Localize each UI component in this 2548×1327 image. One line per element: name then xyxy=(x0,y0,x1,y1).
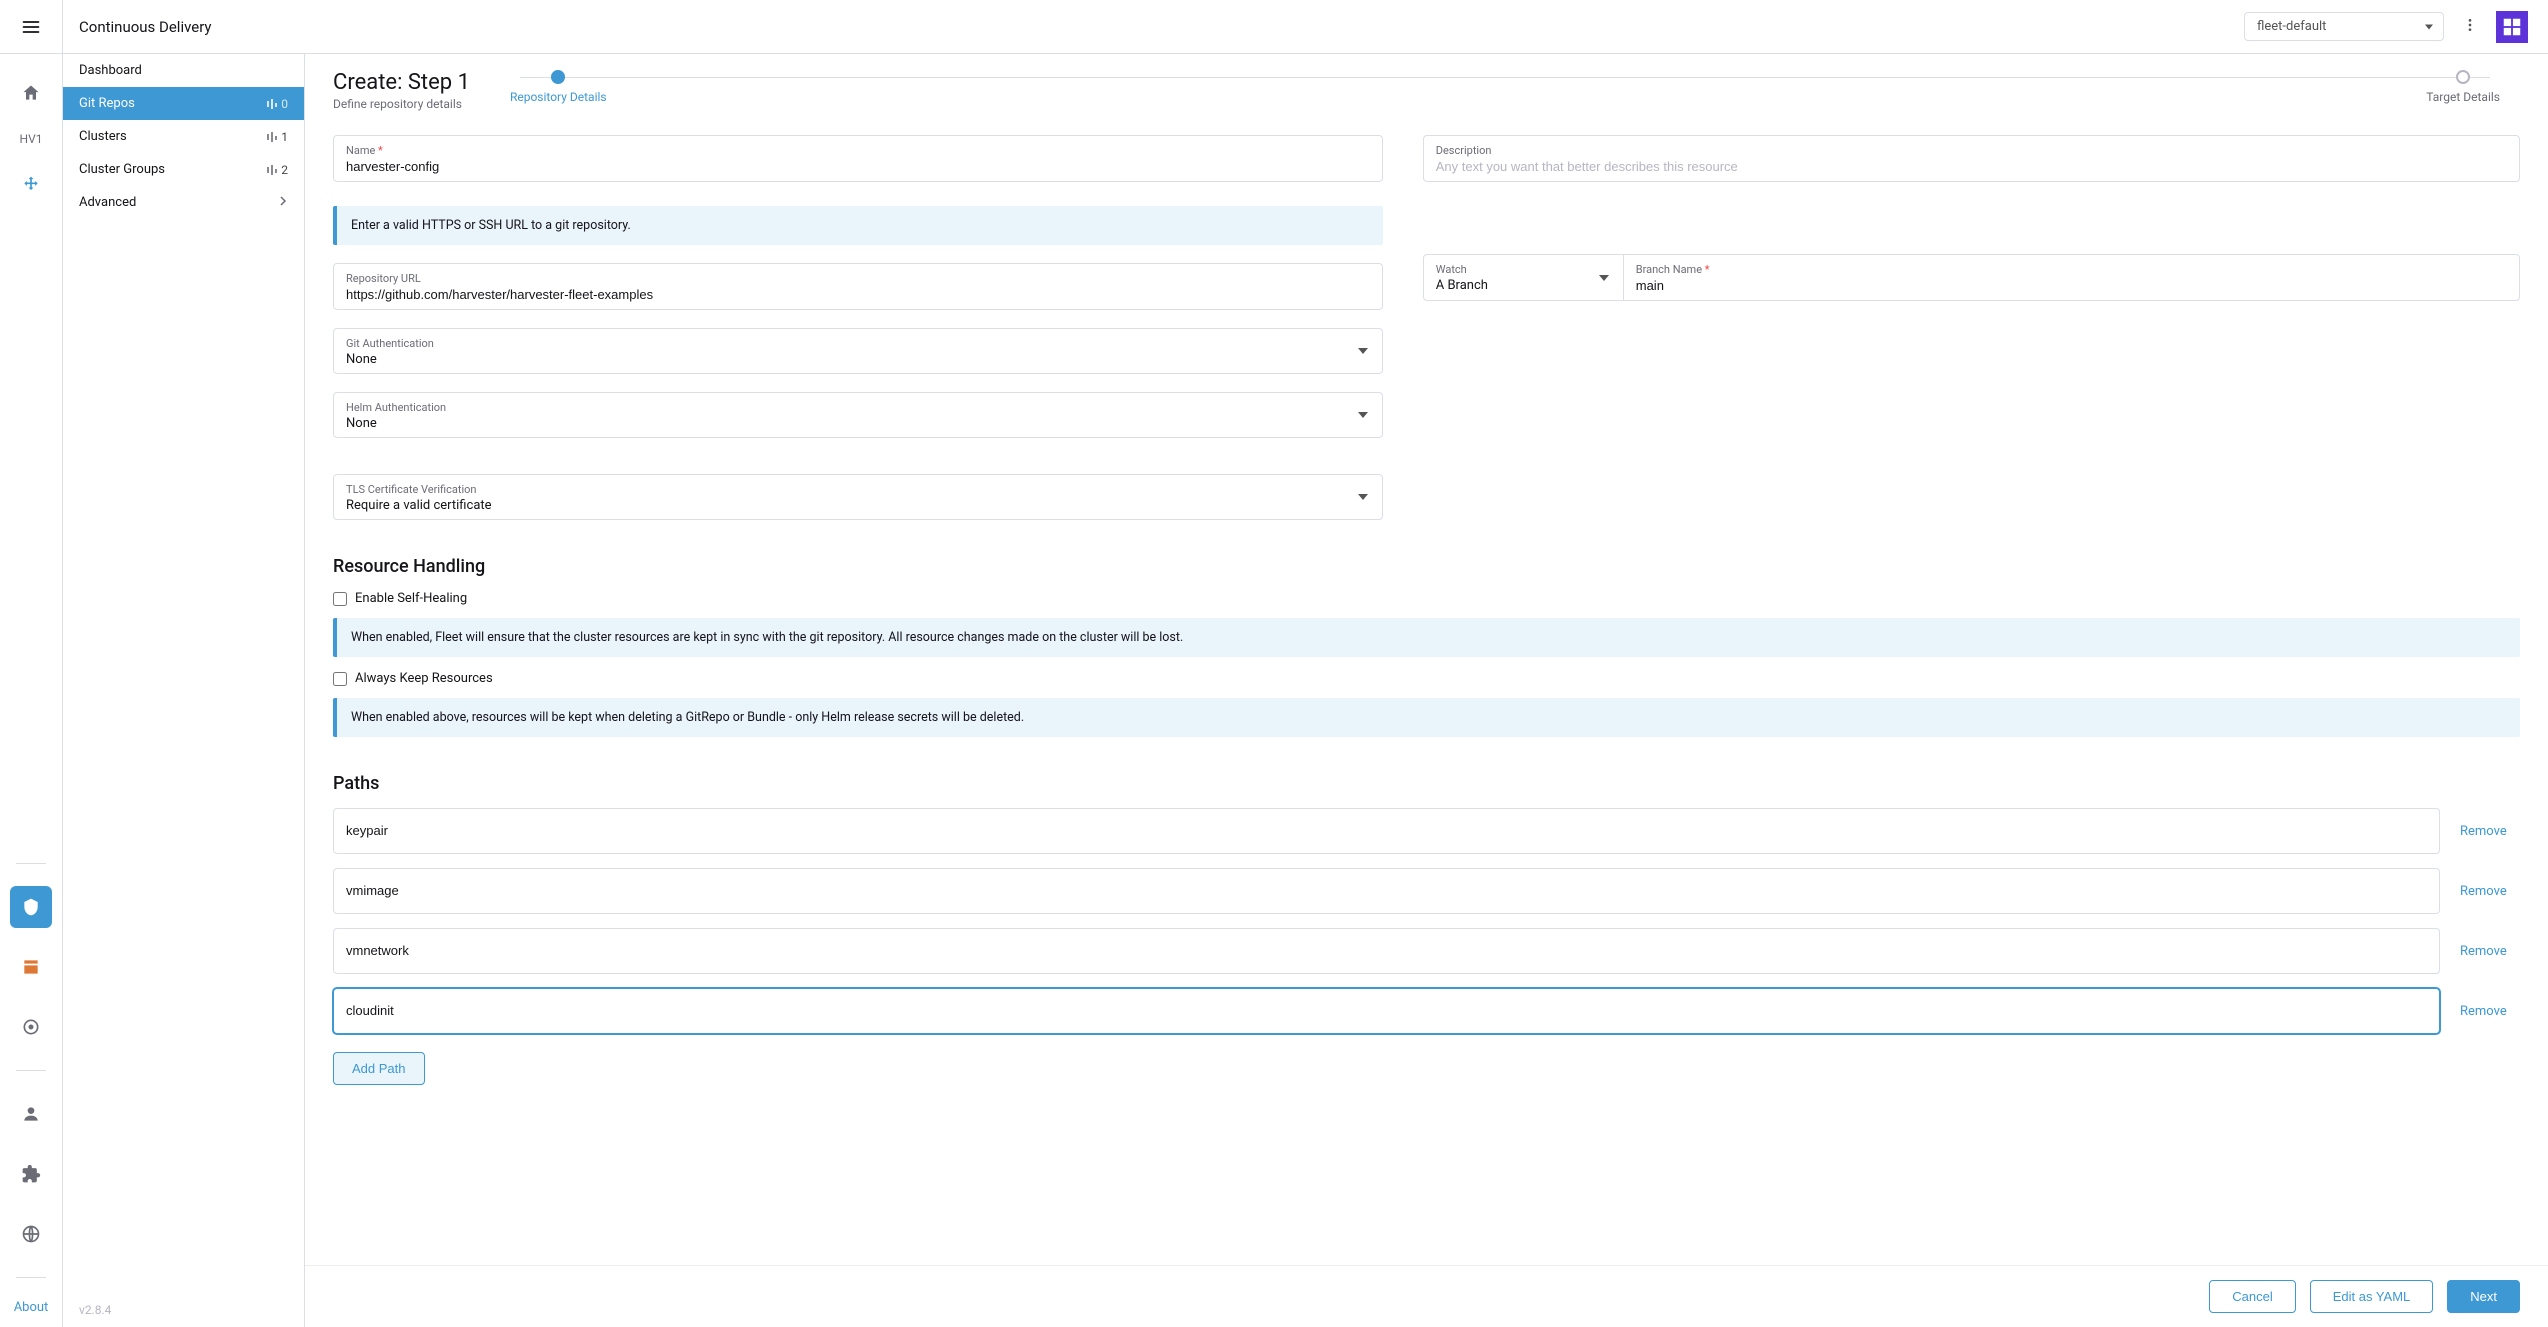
url-banner: Enter a valid HTTPS or SSH URL to a git … xyxy=(333,206,1383,245)
topbar: Continuous Delivery fleet-default xyxy=(0,0,2548,54)
self-healing-banner: When enabled, Fleet will ensure that the… xyxy=(333,618,2520,657)
sidenav-badge: 2 xyxy=(267,163,288,177)
version-label: v2.8.4 xyxy=(79,1303,111,1317)
sidenav: Dashboard Git Repos 0 Clusters 1 Cluster… xyxy=(63,54,305,1327)
chevron-right-icon xyxy=(278,195,288,210)
sidenav-label: Clusters xyxy=(79,129,127,144)
path-row: Remove xyxy=(333,988,2520,1034)
rail-cluster-icon[interactable] xyxy=(10,164,52,206)
sidenav-label: Advanced xyxy=(79,195,136,210)
sidenav-item-advanced[interactable]: Advanced xyxy=(63,186,304,219)
path-field[interactable] xyxy=(333,988,2440,1034)
description-input[interactable] xyxy=(1436,159,2507,174)
rail-diagnostic-icon[interactable] xyxy=(10,1006,52,1048)
namespace-selector[interactable]: fleet-default xyxy=(2244,12,2444,41)
sidenav-badge: 1 xyxy=(267,130,288,144)
stepper: Repository Details Target Details xyxy=(510,70,2500,104)
cancel-button[interactable]: Cancel xyxy=(2209,1280,2295,1313)
path-input[interactable] xyxy=(346,823,2427,838)
step-dot-icon xyxy=(551,70,565,84)
keep-resources-checkbox[interactable]: Always Keep Resources xyxy=(333,671,2520,686)
path-input[interactable] xyxy=(346,943,2427,958)
path-field[interactable] xyxy=(333,808,2440,854)
path-input[interactable] xyxy=(346,1003,2427,1018)
branch-input[interactable] xyxy=(1636,278,2507,293)
page-subtitle: Define repository details xyxy=(333,97,470,111)
add-path-button[interactable]: Add Path xyxy=(333,1052,425,1085)
sidenav-item-clustergroups[interactable]: Cluster Groups 2 xyxy=(63,153,304,186)
keep-resources-banner: When enabled above, resources will be ke… xyxy=(333,698,2520,737)
helm-auth-select[interactable]: Helm Authentication None xyxy=(333,392,1383,438)
remove-path-link[interactable]: Remove xyxy=(2460,944,2520,959)
step-target-details[interactable]: Target Details xyxy=(2426,70,2500,104)
path-field[interactable] xyxy=(333,868,2440,914)
watch-select[interactable]: Watch A Branch xyxy=(1423,254,1623,301)
step-repository-details[interactable]: Repository Details xyxy=(510,70,607,104)
namespace-value: fleet-default xyxy=(2257,19,2326,34)
next-button[interactable]: Next xyxy=(2447,1280,2520,1313)
tls-select[interactable]: TLS Certificate Verification Require a v… xyxy=(333,474,1383,520)
nav-rail: HV1 A xyxy=(0,54,63,1327)
path-row: Remove xyxy=(333,868,2520,914)
avatar[interactable] xyxy=(2496,11,2528,43)
sidenav-badge: 0 xyxy=(267,97,288,111)
rail-extensions-icon[interactable] xyxy=(10,1153,52,1195)
path-row: Remove xyxy=(333,808,2520,854)
keep-resources-input[interactable] xyxy=(333,672,347,686)
edit-yaml-button[interactable]: Edit as YAML xyxy=(2310,1280,2434,1313)
kebab-menu[interactable] xyxy=(2462,17,2478,37)
remove-path-link[interactable]: Remove xyxy=(2460,884,2520,899)
remove-path-link[interactable]: Remove xyxy=(2460,824,2520,839)
name-input[interactable] xyxy=(346,159,1370,174)
main-content: Create: Step 1 Define repository details… xyxy=(305,54,2548,1327)
self-healing-input[interactable] xyxy=(333,592,347,606)
name-field[interactable]: Name * xyxy=(333,135,1383,182)
sidenav-item-dashboard[interactable]: Dashboard xyxy=(63,54,304,87)
self-healing-checkbox[interactable]: Enable Self-Healing xyxy=(333,591,2520,606)
rail-global-icon[interactable] xyxy=(10,1213,52,1255)
hamburger-menu[interactable] xyxy=(0,0,63,53)
branch-field[interactable]: Branch Name * xyxy=(1623,254,2520,301)
rail-marketplace-icon[interactable] xyxy=(10,946,52,988)
path-field[interactable] xyxy=(333,928,2440,974)
rail-user-icon[interactable] xyxy=(10,1093,52,1135)
git-auth-select[interactable]: Git Authentication None xyxy=(333,328,1383,374)
sidenav-label: Git Repos xyxy=(79,96,135,111)
repo-url-input[interactable] xyxy=(346,287,1370,302)
description-field[interactable]: Description xyxy=(1423,135,2520,182)
page-product-title: Continuous Delivery xyxy=(79,18,212,36)
path-row: Remove xyxy=(333,928,2520,974)
rail-cluster-label[interactable]: HV1 xyxy=(20,132,43,146)
sidenav-label: Cluster Groups xyxy=(79,162,165,177)
page-title: Create: Step 1 xyxy=(333,70,470,95)
path-input[interactable] xyxy=(346,883,2427,898)
sidenav-item-gitrepos[interactable]: Git Repos 0 xyxy=(63,87,304,120)
rail-about-link[interactable]: About xyxy=(14,1300,49,1315)
resource-handling-title: Resource Handling xyxy=(333,556,2520,577)
paths-title: Paths xyxy=(333,773,2520,794)
footer-actions: Cancel Edit as YAML Next xyxy=(305,1265,2548,1327)
remove-path-link[interactable]: Remove xyxy=(2460,1004,2520,1019)
step-dot-icon xyxy=(2456,70,2470,84)
sidenav-label: Dashboard xyxy=(79,63,142,78)
repo-url-field[interactable]: Repository URL xyxy=(333,263,1383,310)
rail-home-icon[interactable] xyxy=(10,72,52,114)
rail-continuous-delivery-icon[interactable] xyxy=(10,886,52,928)
sidenav-item-clusters[interactable]: Clusters 1 xyxy=(63,120,304,153)
